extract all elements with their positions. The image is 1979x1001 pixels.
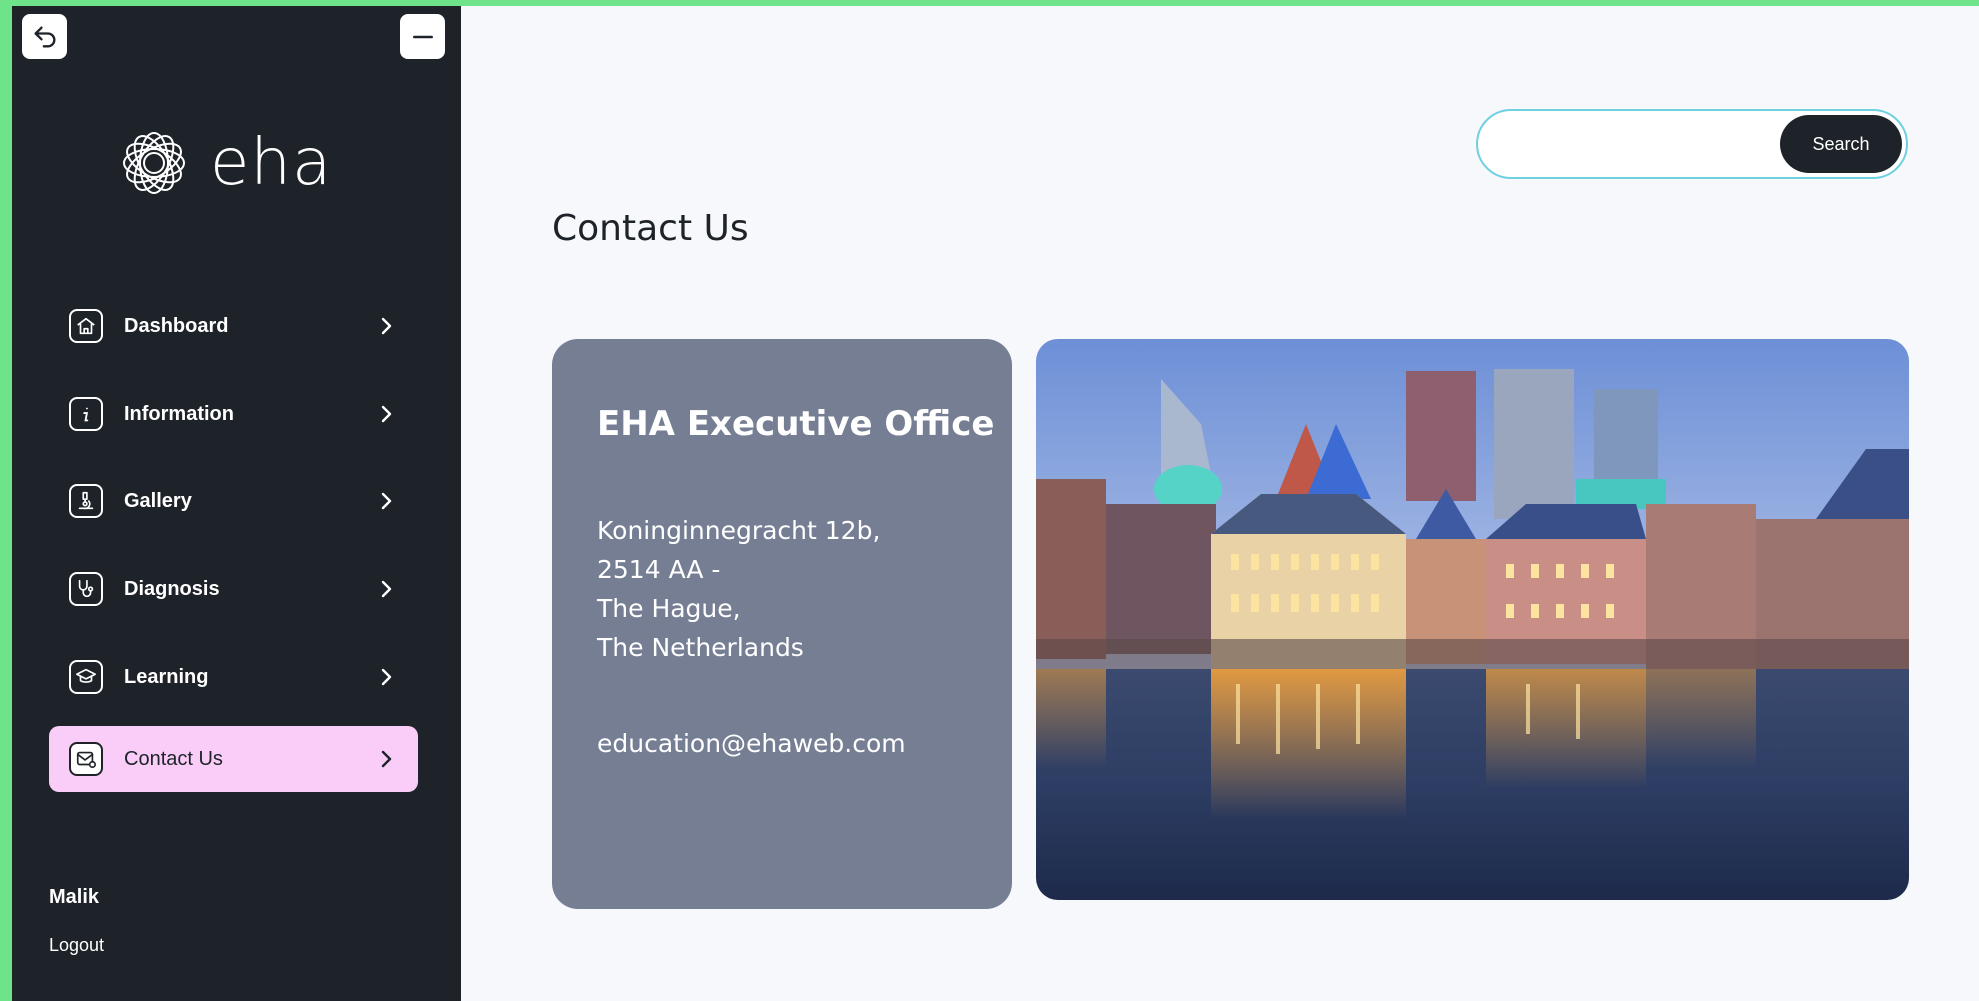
graduation-cap-icon <box>69 660 103 694</box>
address-line: The Hague, <box>597 594 741 623</box>
minus-icon <box>412 35 433 38</box>
chevron-right-icon <box>381 317 392 335</box>
office-name: EHA Executive Office <box>597 404 995 444</box>
address-line: Koninginnegracht 12b, <box>597 516 881 545</box>
back-arrow-icon <box>34 26 55 47</box>
sidebar-item-gallery[interactable]: Gallery <box>49 468 418 534</box>
microscope-icon <box>69 484 103 518</box>
address-line: 2514 AA - <box>597 555 721 584</box>
eha-logo: eha <box>114 118 332 208</box>
office-photo <box>1036 339 1909 900</box>
address-line: The Netherlands <box>597 633 804 662</box>
search-button[interactable]: Search <box>1780 115 1902 173</box>
sidebar-item-contact-us[interactable]: Contact Us <box>49 726 418 792</box>
sidebar-item-label: Information <box>124 402 234 425</box>
sidebar-item-learning[interactable]: Learning <box>49 644 418 710</box>
chevron-right-icon <box>381 580 392 598</box>
stethoscope-icon <box>69 572 103 606</box>
sidebar-item-label: Dashboard <box>124 314 229 337</box>
app-frame: eha Dashboard Information Gallery Diagno… <box>12 6 1979 1001</box>
page-title: Contact Us <box>552 208 749 249</box>
search-input[interactable] <box>1494 123 1774 165</box>
sidebar-item-label: Learning <box>124 665 209 688</box>
info-icon <box>69 397 103 431</box>
home-icon <box>69 309 103 343</box>
office-address: Koninginnegracht 12b, 2514 AA - The Hagu… <box>597 511 880 667</box>
logout-link[interactable]: Logout <box>49 935 104 956</box>
chevron-right-icon <box>381 668 392 686</box>
sidebar-item-dashboard[interactable]: Dashboard <box>49 293 418 359</box>
sidebar-item-label: Contact Us <box>124 747 223 770</box>
mail-icon <box>69 742 103 776</box>
logo-text: eha <box>210 126 333 200</box>
collapse-sidebar-button[interactable] <box>400 14 445 59</box>
sidebar-item-label: Gallery <box>124 489 192 512</box>
chevron-right-icon <box>381 750 392 768</box>
user-name: Malik <box>49 886 100 908</box>
sidebar-item-diagnosis[interactable]: Diagnosis <box>49 556 418 622</box>
logo-mark-icon <box>123 132 185 194</box>
chevron-right-icon <box>381 405 392 423</box>
sidebar-item-label: Diagnosis <box>124 577 220 600</box>
sidebar: eha Dashboard Information Gallery Diagno… <box>12 6 461 1001</box>
sidebar-item-information[interactable]: Information <box>49 381 418 447</box>
back-button[interactable] <box>22 14 67 59</box>
search-bar: Search <box>1476 109 1908 179</box>
chevron-right-icon <box>381 492 392 510</box>
office-info-card: EHA Executive Office Koninginnegracht 12… <box>552 339 1012 909</box>
office-email: education@ehaweb.com <box>597 729 906 758</box>
